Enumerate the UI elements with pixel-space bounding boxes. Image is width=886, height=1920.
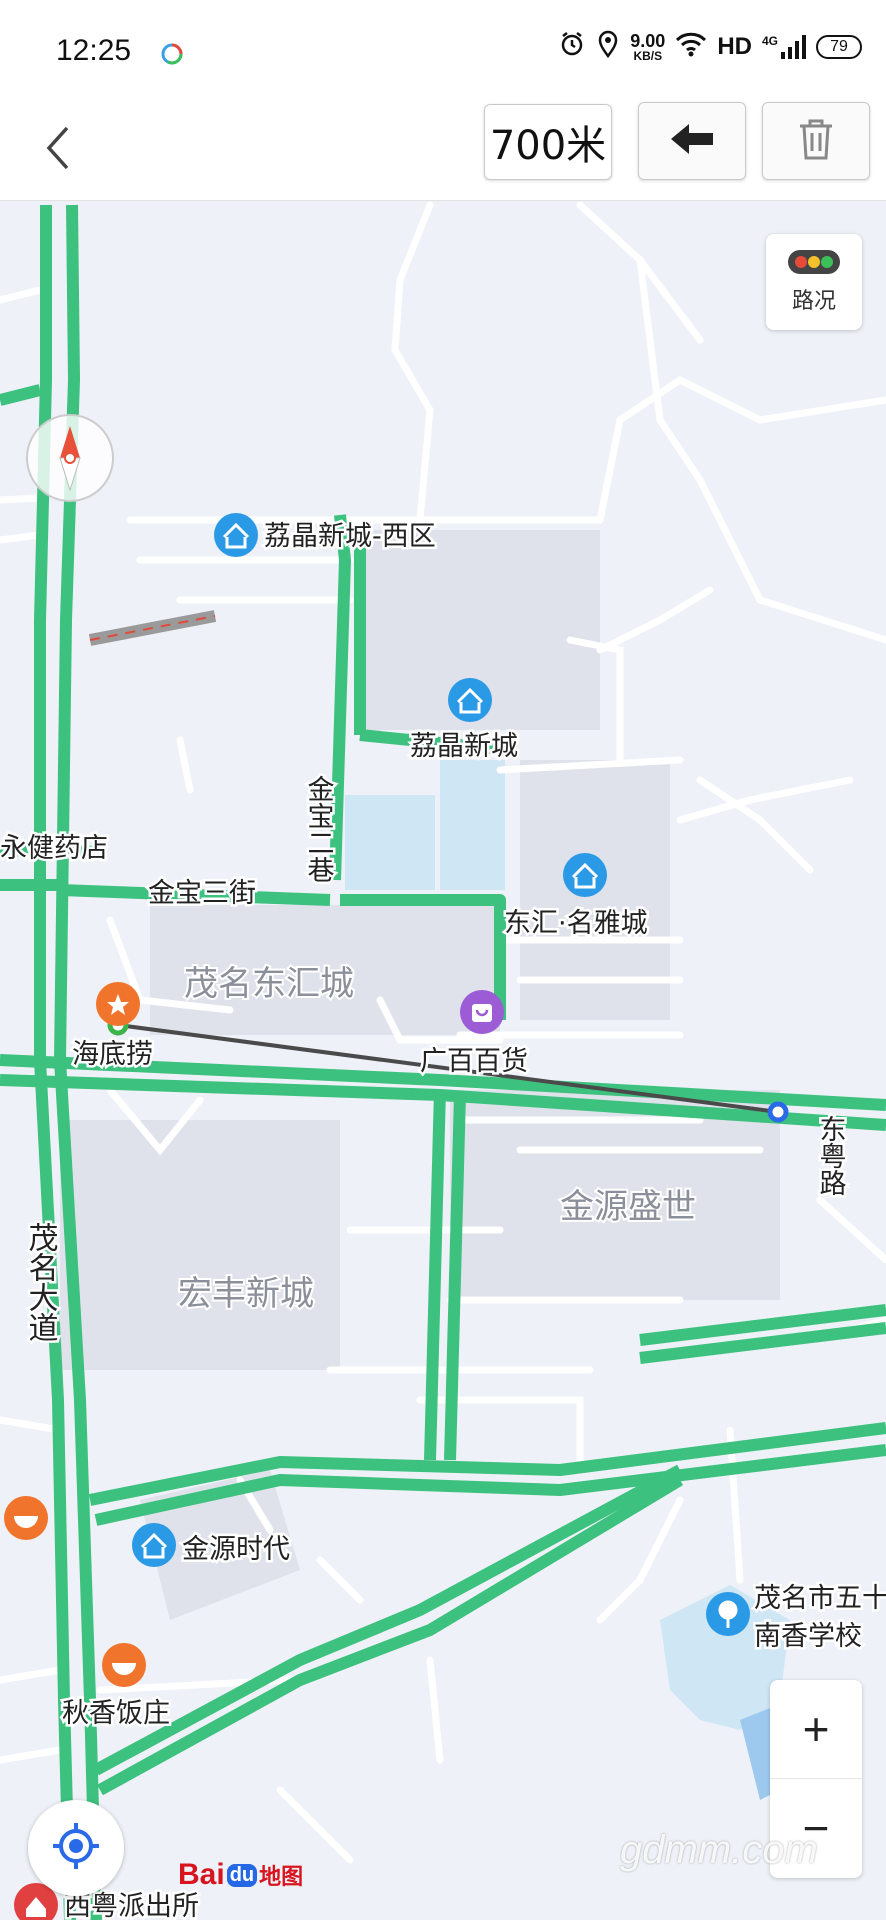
baidu-map-logo: Bai du 地图 [178,1858,303,1892]
network-speed-unit: KB/S [633,48,663,63]
undo-button[interactable] [638,102,746,180]
back-button[interactable] [26,118,90,182]
distance-display: 700米 [484,104,612,180]
label-lijing-west: 荔晶新城-西区 [264,521,436,552]
compass-button[interactable] [26,414,114,502]
map-canvas[interactable]: 荔晶新城-西区 荔晶新城 东汇·名雅城 金宝三街 永健药店 海底捞 广百百货 金… [0,201,886,1920]
chevron-left-icon [43,124,73,176]
measure-toolbar: 700米 [0,100,886,201]
delete-button[interactable] [762,102,870,180]
wifi-icon [675,31,707,62]
logo-part-2: du [226,1863,258,1887]
label-donghui-mingya: 东汇·名雅城 [504,908,648,939]
label-maoming-avenue: 茂名大道 [23,1222,58,1342]
logo-part-3: 地图 [259,1864,304,1889]
signal-icon: 4G [762,34,806,60]
network-type: 4G [761,33,778,48]
shopping-poi-icon [460,990,504,1034]
locate-button[interactable] [28,1800,124,1896]
label-jinbao-3rd-street: 金宝三街 [148,878,256,909]
label-police: 西粤派出所 [64,1891,199,1920]
label-jinbao-lane: 金宝二巷 [303,775,335,883]
status-time: 12:25 [56,34,132,67]
traffic-label: 路况 [791,289,836,314]
label-lijing: 荔晶新城 [410,731,518,762]
label-jinyuan-shengshi: 金源盛世 [560,1187,696,1227]
compass-icon [28,426,112,504]
status-bar: 12:25 9.00 KB/S HD 4G 79 [0,0,886,100]
network-speed-value: 9.00 [630,30,666,51]
map-drawing: 荔晶新城-西区 荔晶新城 东汇·名雅城 金宝三街 永健药店 海底捞 广百百货 金… [0,201,886,1920]
label-school-line2: 南香学校 [754,1621,862,1652]
building-poi-icon [132,1523,176,1567]
label-qiuxiang: 秋香饭庄 [62,1698,170,1729]
measure-end-point[interactable] [767,1101,789,1123]
watermark: gdmm.com [620,1828,818,1872]
hd-indicator: HD [717,32,752,60]
restaurant-poi-icon [4,1496,48,1540]
label-jinyuan-shidai: 金源时代 [182,1534,290,1565]
label-pharmacy: 永健药店 [0,833,108,864]
building-poi-icon [563,853,607,897]
restaurant-poi-icon [102,1643,146,1687]
logo-part-1: Bai [178,1858,225,1891]
arrow-left-icon [669,122,715,160]
traffic-light-icon [787,249,841,279]
network-speed: 9.00 KB/S [630,32,665,62]
label-dongyue-road: 东粤路 [815,1115,846,1196]
label-haidilao: 海底捞 [72,1039,153,1070]
school-poi-icon [706,1592,750,1636]
locate-icon [51,1821,101,1875]
status-indicators: 9.00 KB/S HD 4G 79 [558,30,862,63]
building-poi-icon [448,678,492,722]
traffic-toggle-button[interactable]: 路况 [766,234,862,330]
zoom-in-button[interactable]: + [770,1680,862,1779]
restaurant-poi-icon [96,982,140,1026]
closed-road [88,610,217,646]
label-hongfeng: 宏丰新城 [178,1274,314,1314]
building-poi-icon [214,513,258,557]
alarm-icon [558,30,586,63]
label-school-line1: 茂名市五十 [754,1583,886,1614]
battery-indicator: 79 [816,34,862,59]
app-notification-icon [160,42,184,70]
label-guangbai: 广百百货 [420,1046,528,1077]
trash-icon [798,118,834,164]
label-maoming-donghui: 茂名东汇城 [184,964,354,1004]
location-icon [596,30,620,63]
